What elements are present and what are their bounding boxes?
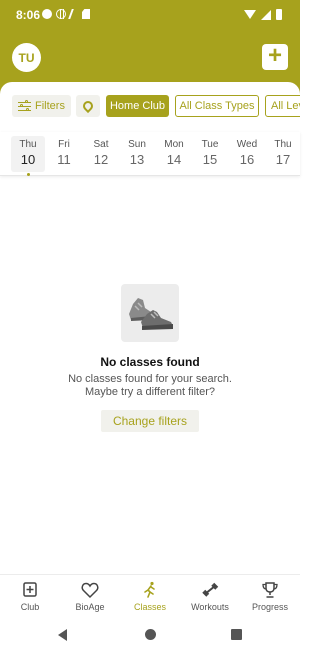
date-selector: Thu 10 Fri 11 Sat 12 Sun 13 Mon 14 Tue 1… [0, 132, 300, 176]
notification-dot-icon [42, 9, 52, 19]
location-filter-button[interactable] [76, 95, 100, 117]
dumbbell-icon [202, 582, 219, 597]
status-bar: 8:06 [0, 0, 300, 30]
globe-icon [56, 9, 66, 19]
date-item[interactable]: Tue 15 [193, 136, 227, 172]
heart-icon [81, 582, 99, 599]
plus-icon: + [267, 42, 282, 69]
avatar[interactable]: TU [12, 43, 41, 72]
trophy-icon [262, 582, 278, 598]
empty-state-message: Maybe try a different filter? [84, 386, 216, 398]
nav-item-classes[interactable]: Classes [120, 579, 180, 619]
running-icon [144, 581, 155, 598]
filter-row: Filters Home Club All Class Types All Le… [0, 94, 300, 126]
sync-icon [68, 9, 80, 19]
nav-item-progress[interactable]: Progress [240, 579, 300, 619]
nav-item-bioage[interactable]: BioAge [60, 579, 120, 619]
change-filters-button[interactable]: Change filters [101, 410, 199, 432]
recent-apps-icon[interactable] [231, 629, 242, 640]
bottom-navigation: Club BioAge Classes Workouts Progress [0, 574, 300, 620]
date-item[interactable]: Thu 17 [266, 136, 300, 172]
battery-icon [276, 9, 282, 20]
signal-icon [261, 9, 271, 20]
sliders-icon [18, 99, 31, 112]
home-icon[interactable] [145, 629, 156, 640]
nav-item-club[interactable]: Club [0, 579, 60, 619]
add-button[interactable]: + [262, 44, 288, 70]
date-item[interactable]: Mon 14 [157, 136, 191, 172]
empty-state-message: No classes found for your search. [68, 373, 232, 385]
home-club-chip[interactable]: Home Club [106, 95, 169, 117]
date-item[interactable]: Sat 12 [84, 136, 118, 172]
date-item[interactable]: Fri 11 [47, 136, 81, 172]
back-icon[interactable] [58, 629, 67, 641]
wifi-icon [244, 10, 256, 19]
status-time: 8:06 [16, 8, 41, 22]
club-icon [23, 582, 37, 597]
levels-chip[interactable]: All Lev [265, 95, 300, 117]
system-navigation-bar [0, 620, 300, 650]
location-pin-icon [80, 98, 96, 114]
nav-item-workouts[interactable]: Workouts [180, 579, 240, 619]
class-types-chip[interactable]: All Class Types [175, 95, 259, 117]
date-item[interactable]: Sun 13 [120, 136, 154, 172]
sneaker-illustration [121, 284, 179, 342]
filters-label: Filters [35, 100, 65, 112]
empty-state-title: No classes found [100, 355, 200, 369]
filters-button[interactable]: Filters [12, 95, 71, 117]
date-item[interactable]: Wed 16 [230, 136, 264, 172]
date-item[interactable]: Thu 10 [11, 136, 45, 176]
sd-card-icon [82, 9, 90, 19]
selected-indicator [27, 173, 30, 176]
sneaker-icon [129, 298, 173, 330]
